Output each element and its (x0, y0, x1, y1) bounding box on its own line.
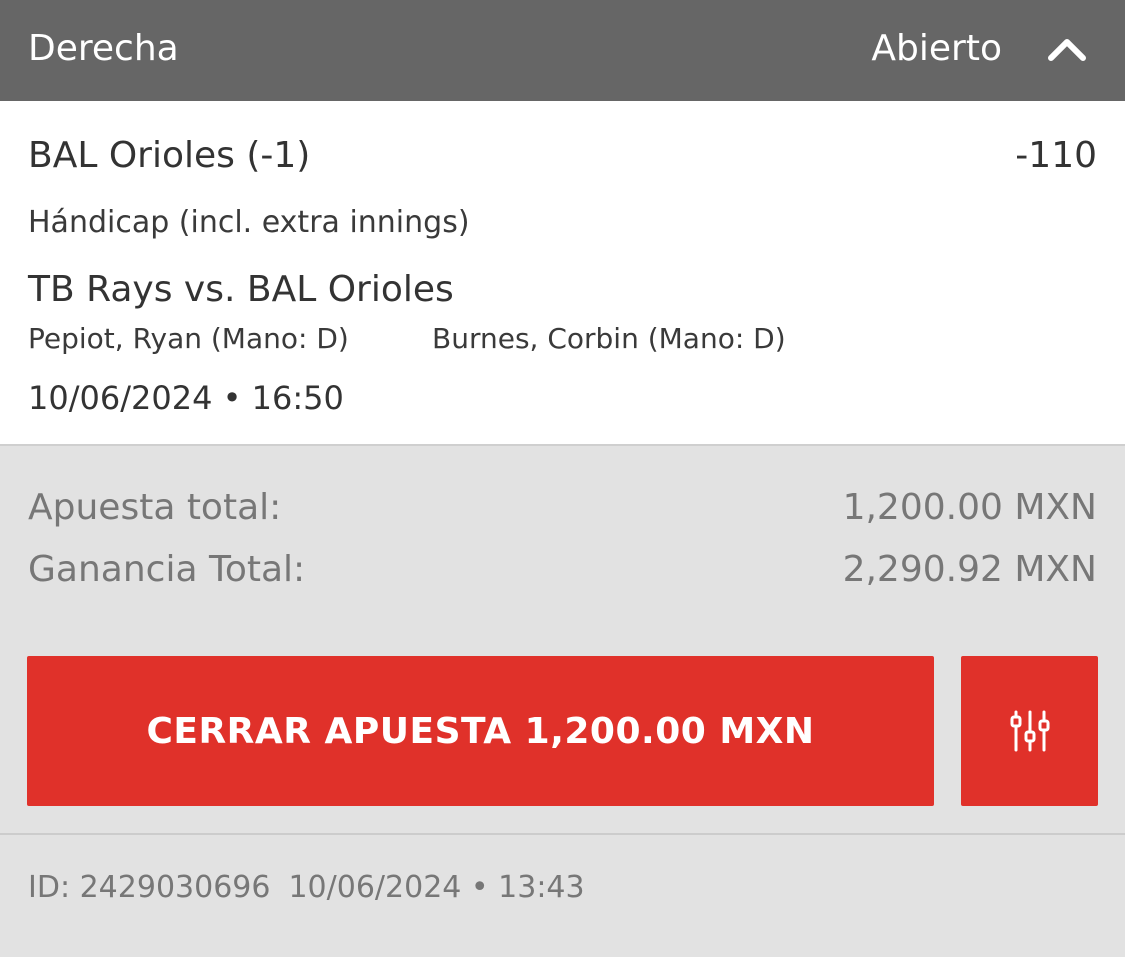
win-value: 2,290.92 MXN (842, 549, 1097, 590)
event-datetime: 10/06/2024 • 16:50 (28, 379, 344, 417)
cashout-button[interactable]: CERRAR APUESTA 1,200.00 MXN (27, 656, 934, 806)
bet-id: ID: 2429030696 (28, 870, 271, 905)
bet-footer: ID: 2429030696 10/06/2024 • 13:43 (28, 870, 585, 906)
cashout-settings-button[interactable] (961, 656, 1098, 806)
sliders-icon (1010, 710, 1050, 752)
selection-details: BAL Orioles (-1) -110 Hándicap (incl. ex… (0, 101, 1125, 446)
bet-status: Abierto (871, 28, 1002, 69)
chevron-up-icon[interactable] (1047, 32, 1087, 64)
footer-divider (0, 833, 1125, 835)
pitcher-home: Pepiot, Ryan (Mano: D) (28, 322, 349, 355)
market-name: Hándicap (incl. extra innings) (28, 205, 470, 240)
bet-type-title: Derecha (28, 28, 179, 69)
bet-header[interactable]: Derecha Abierto (0, 0, 1125, 101)
win-label: Ganancia Total: (28, 549, 306, 590)
selection-name: BAL Orioles (-1) (28, 135, 311, 176)
stake-label: Apuesta total: (28, 487, 282, 528)
cashout-button-label: CERRAR APUESTA 1,200.00 MXN (146, 710, 815, 752)
bet-placed-datetime: 10/06/2024 • 13:43 (288, 870, 585, 905)
pitcher-away: Burnes, Corbin (Mano: D) (432, 322, 786, 355)
event-name: TB Rays vs. BAL Orioles (28, 269, 454, 310)
stake-value: 1,200.00 MXN (842, 487, 1097, 528)
selection-odds: -110 (1015, 135, 1097, 176)
